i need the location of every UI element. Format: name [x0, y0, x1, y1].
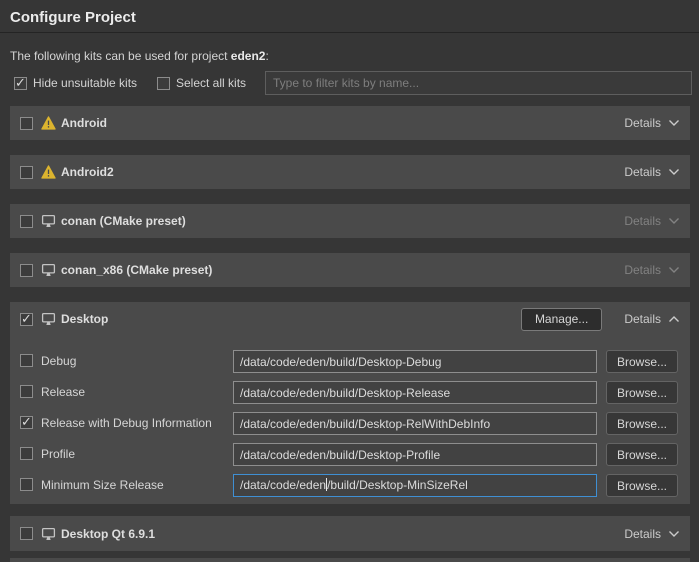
- kit-row-android2: ✓ Android2 Details: [10, 155, 690, 189]
- kit-name: conan_x86 (CMake preset): [61, 263, 212, 277]
- config-label: Release: [41, 385, 85, 399]
- chevron-up-icon: [668, 315, 680, 323]
- checkmark-icon: ✓: [21, 311, 32, 326]
- project-name: eden2: [231, 49, 266, 63]
- config-row-release: ✓ Release Browse...: [10, 381, 690, 405]
- browse-button-release[interactable]: Browse...: [606, 381, 678, 404]
- config-checkbox-relwithdebinfo[interactable]: ✓: [20, 416, 33, 429]
- config-row-debug: ✓ Debug Browse...: [10, 350, 690, 374]
- chevron-down-icon: [668, 168, 680, 176]
- kit-checkbox-android2[interactable]: ✓: [20, 166, 33, 179]
- config-row-minsizerel: ✓ Minimum Size Release /data/code/eden/b…: [10, 474, 690, 498]
- details-label: Details: [624, 312, 661, 326]
- details-button-desktop[interactable]: Details: [624, 312, 680, 326]
- config-checkbox-minsizerel[interactable]: ✓: [20, 478, 33, 491]
- chevron-down-icon: [668, 530, 680, 538]
- browse-button-minsizerel[interactable]: Browse...: [606, 474, 678, 497]
- kit-checkbox-android[interactable]: ✓: [20, 117, 33, 130]
- path-before-caret: /data/code/eden: [240, 478, 326, 492]
- hide-unsuitable-kits-label: Hide unsuitable kits: [33, 76, 137, 90]
- kit-row-partial: [10, 558, 690, 562]
- desktop-icon: [41, 527, 56, 541]
- manage-button[interactable]: Manage...: [521, 308, 602, 331]
- build-path-input-debug[interactable]: [233, 350, 597, 373]
- configure-project-page: Configure Project The following kits can…: [0, 0, 699, 562]
- config-label: Debug: [41, 354, 76, 368]
- config-label: Release with Debug Information: [41, 416, 212, 430]
- build-path-input-release[interactable]: [233, 381, 597, 404]
- kit-filter-input[interactable]: [265, 71, 692, 95]
- browse-button-debug[interactable]: Browse...: [606, 350, 678, 373]
- desktop-icon: [41, 263, 56, 277]
- browse-button-profile[interactable]: Browse...: [606, 443, 678, 466]
- details-label: Details: [624, 527, 661, 541]
- warning-icon: [41, 165, 56, 179]
- config-label: Minimum Size Release: [41, 478, 164, 492]
- path-after-caret: /build/Desktop-MinSizeRel: [327, 478, 468, 492]
- intro-suffix: :: [265, 49, 268, 63]
- hide-unsuitable-kits-control: ✓ Hide unsuitable kits: [14, 76, 137, 90]
- select-all-kits-control: ✓ Select all kits: [157, 76, 246, 90]
- kit-panel-desktop: ✓ Desktop Manage... Details ✓ Debug Brow…: [10, 302, 690, 504]
- details-label: Details: [624, 165, 661, 179]
- details-button-conan-x86[interactable]: Details: [624, 263, 680, 277]
- details-button-desktop-qt[interactable]: Details: [624, 527, 680, 541]
- details-label: Details: [624, 263, 661, 277]
- config-row-profile: ✓ Profile Browse...: [10, 443, 690, 467]
- kit-name: Desktop: [61, 312, 108, 326]
- select-all-kits-label: Select all kits: [176, 76, 246, 90]
- config-row-relwithdebinfo: ✓ Release with Debug Information Browse.…: [10, 412, 690, 436]
- details-label: Details: [624, 214, 661, 228]
- page-title: Configure Project: [10, 9, 136, 26]
- chevron-down-icon: [668, 266, 680, 274]
- intro-text: The following kits can be used for proje…: [10, 49, 269, 63]
- chevron-down-icon: [668, 119, 680, 127]
- kit-row-desktop-qt: ✓ Desktop Qt 6.9.1 Details: [10, 516, 690, 551]
- kit-checkbox-conan-x86[interactable]: ✓: [20, 264, 33, 277]
- warning-icon: [41, 116, 56, 130]
- kit-row-conan-x86: ✓ conan_x86 (CMake preset) Details: [10, 253, 690, 287]
- kit-name: Desktop Qt 6.9.1: [61, 527, 155, 541]
- kit-row-desktop: ✓ Desktop Manage... Details: [10, 302, 690, 336]
- details-label: Details: [624, 116, 661, 130]
- hide-unsuitable-kits-checkbox[interactable]: ✓: [14, 77, 27, 90]
- checkmark-icon: ✓: [15, 75, 26, 90]
- kit-name: Android: [61, 116, 107, 130]
- select-all-kits-checkbox[interactable]: ✓: [157, 77, 170, 90]
- checkmark-icon: ✓: [21, 414, 32, 429]
- config-checkbox-profile[interactable]: ✓: [20, 447, 33, 460]
- kit-row-android: ✓ Android Details: [10, 106, 690, 140]
- desktop-icon: [41, 214, 56, 228]
- kit-name: Android2: [61, 165, 114, 179]
- browse-button-relwithdebinfo[interactable]: Browse...: [606, 412, 678, 435]
- kit-row-conan: ✓ conan (CMake preset) Details: [10, 204, 690, 238]
- kit-checkbox-desktop[interactable]: ✓: [20, 313, 33, 326]
- desktop-icon: [41, 312, 56, 326]
- build-path-input-minsizerel[interactable]: /data/code/eden/build/Desktop-MinSizeRel: [233, 474, 597, 497]
- config-label: Profile: [41, 447, 75, 461]
- kit-checkbox-desktop-qt[interactable]: ✓: [20, 527, 33, 540]
- config-checkbox-debug[interactable]: ✓: [20, 354, 33, 367]
- header-divider: [0, 32, 699, 33]
- details-button-android2[interactable]: Details: [624, 165, 680, 179]
- details-button-conan[interactable]: Details: [624, 214, 680, 228]
- build-path-input-relwithdebinfo[interactable]: [233, 412, 597, 435]
- kit-name: conan (CMake preset): [61, 214, 186, 228]
- chevron-down-icon: [668, 217, 680, 225]
- intro-prefix: The following kits can be used for proje…: [10, 49, 231, 63]
- build-path-input-profile[interactable]: [233, 443, 597, 466]
- config-checkbox-release[interactable]: ✓: [20, 385, 33, 398]
- details-button-android[interactable]: Details: [624, 116, 680, 130]
- kit-checkbox-conan[interactable]: ✓: [20, 215, 33, 228]
